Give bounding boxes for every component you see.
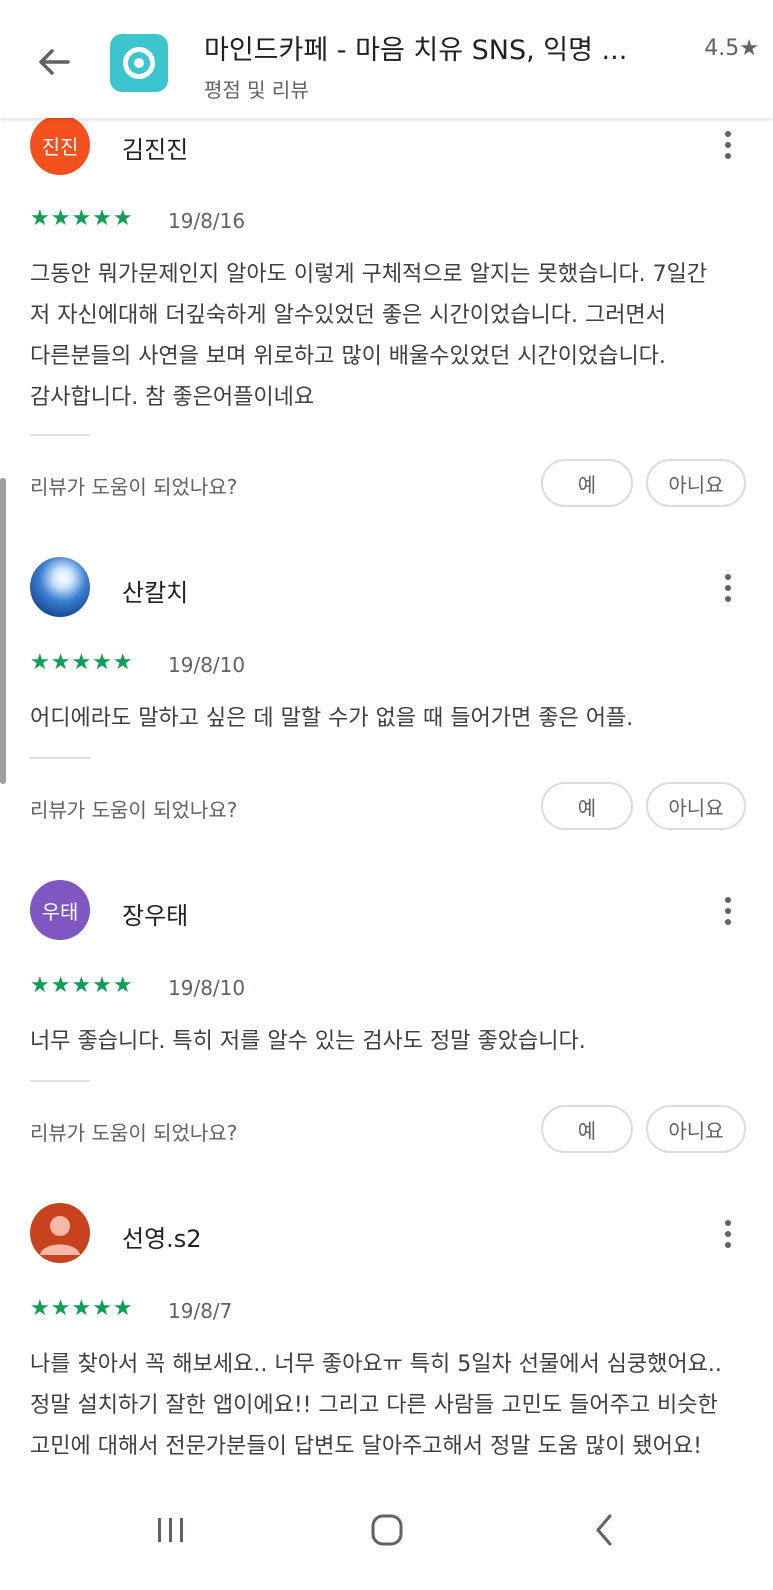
review-text: 너무 좋습니다. 특히 저를 알수 있는 검사도 정말 좋았습니다. (30, 1021, 750, 1062)
helpful-no-button[interactable]: 아니요 (646, 782, 746, 830)
divider (30, 434, 90, 436)
avatar: 진진 (30, 115, 90, 175)
arrow-back-icon[interactable] (34, 42, 74, 82)
avatar: 우태 (30, 880, 90, 940)
app-title: 마인드카페 - 마음 치유 SNS, 익명 ... (204, 35, 628, 66)
avatar-initials: 우태 (41, 899, 79, 924)
review-text-line: 저 자신에대해 더깊숙하게 알수있었던 좋은 시간이었습니다. 그러면서 (30, 303, 666, 328)
more-vert-icon[interactable] (718, 894, 738, 930)
scrollbar[interactable] (0, 478, 6, 784)
helpful-yes-button[interactable]: 예 (541, 459, 633, 507)
star-rating: ★★★★★ (30, 206, 134, 231)
star-rating: ★★★★★ (30, 1296, 134, 1321)
review-author: 장우태 (122, 902, 189, 930)
review-author: 산칼치 (122, 579, 189, 607)
star-rating: ★★★★★ (30, 973, 134, 998)
review-text-line: 고민에 대해서 전문가분들이 답변도 달아주고해서 정말 도움 많이 됐어요! (30, 1434, 702, 1459)
helpful-yes-button[interactable]: 예 (541, 1105, 633, 1153)
review-date: 19/8/7 (168, 1299, 233, 1323)
avatar-initials: 진진 (41, 134, 79, 159)
review-date: 19/8/10 (168, 653, 246, 677)
review-text-line: 감사합니다. 참 좋은어플이네요 (30, 385, 315, 410)
person-icon (40, 1216, 80, 1255)
review-date: 19/8/16 (168, 209, 246, 233)
star-rating: ★★★★★ (30, 650, 134, 675)
review-text: 어디에라도 말하고 싶은 데 말할 수가 없을 때 들어가면 좋은 어플. (30, 698, 750, 739)
review-text: 그동안 뭐가문제인지 알아도 이렇게 구체적으로 알지는 못했습니다. 7일간 … (30, 254, 750, 418)
review-text-line: 다른분들의 사연을 보며 위로하고 많이 배울수있었던 시간이었습니다. (30, 344, 666, 369)
review-date: 19/8/10 (168, 976, 246, 1000)
review-text: 나를 찾아서 꼭 해보세요.. 너무 좋아요ㅠ 특히 5일차 선물에서 심쿵했어… (30, 1344, 750, 1467)
review-text-line: 그동안 뭐가문제인지 알아도 이렇게 구체적으로 알지는 못했습니다. 7일간 (30, 262, 708, 287)
recents-icon[interactable] (136, 1500, 206, 1560)
divider (30, 757, 90, 759)
helpful-no-button[interactable]: 아니요 (646, 459, 746, 507)
app-header: 마인드카페 - 마음 치유 SNS, 익명 ... 평점 및 리뷰 4.5★ (0, 0, 773, 118)
helpful-question: 리뷰가 도움이 되었나요? (30, 798, 238, 822)
nav-back-icon[interactable] (568, 1500, 638, 1560)
app-icon[interactable] (110, 34, 168, 92)
helpful-yes-button[interactable]: 예 (541, 782, 633, 830)
app-rating: 4.5★ (704, 36, 759, 61)
divider (30, 1080, 90, 1082)
review-text-line: 정말 설치하기 잘한 앱이에요!! 그리고 다른 사람들 고민도 들어주고 비슷… (30, 1393, 718, 1418)
page-subtitle: 평점 및 리뷰 (204, 78, 309, 102)
review-text-line: 너무 좋습니다. 특히 저를 알수 있는 검사도 정말 좋았습니다. (30, 1029, 586, 1054)
app-icon-dot (134, 58, 144, 68)
review-author: 김진진 (122, 136, 189, 164)
home-icon[interactable] (352, 1500, 422, 1560)
more-vert-icon[interactable] (718, 1217, 738, 1253)
review-text-line: 나를 찾아서 꼭 해보세요.. 너무 좋아요ㅠ 특히 5일차 선물에서 심쿵했어… (30, 1352, 722, 1377)
system-nav-bar (0, 1480, 773, 1590)
helpful-question: 리뷰가 도움이 되었나요? (30, 1121, 238, 1145)
review-text-line: 어디에라도 말하고 싶은 데 말할 수가 없을 때 들어가면 좋은 어플. (30, 706, 634, 731)
review-author: 선영.s2 (122, 1225, 202, 1253)
helpful-question: 리뷰가 도움이 되었나요? (30, 475, 238, 499)
helpful-no-button[interactable]: 아니요 (646, 1105, 746, 1153)
more-vert-icon[interactable] (718, 128, 738, 164)
avatar (30, 557, 90, 617)
more-vert-icon[interactable] (718, 571, 738, 607)
avatar (30, 1203, 90, 1263)
